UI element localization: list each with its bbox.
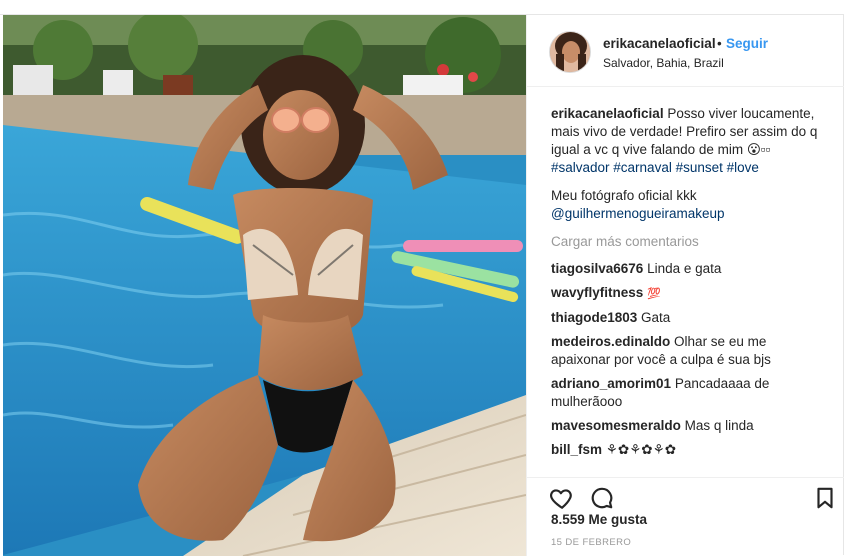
- poolside-photo: [3, 15, 526, 556]
- comment-item: bill_fsm ⚘✿⚘✿⚘✿: [551, 441, 821, 459]
- header-username[interactable]: erikacanelaoficial: [603, 36, 716, 51]
- comment-username[interactable]: bill_fsm: [551, 442, 602, 457]
- comment-username[interactable]: mavesomesmeraldo: [551, 418, 681, 433]
- header-separator: •: [717, 36, 722, 51]
- caption-second: Meu fotógrafo oficial kkk @guilhermenogu…: [551, 187, 821, 223]
- avatar[interactable]: [549, 31, 591, 73]
- post-photo[interactable]: [3, 15, 526, 556]
- avatar-image: [550, 32, 590, 72]
- post-date[interactable]: 15 DE FEBRERO: [551, 537, 631, 548]
- likes-count[interactable]: 8.559 Me gusta: [551, 512, 647, 527]
- caption: erikacanelaoficial Posso viver loucament…: [551, 105, 821, 177]
- load-more-comments[interactable]: Cargar más comentarios: [551, 233, 821, 251]
- caption-hashtags[interactable]: #salvador #carnaval #sunset #love: [551, 160, 759, 175]
- comment-text: Gata: [641, 310, 671, 325]
- comment-username[interactable]: tiagosilva6676: [551, 261, 643, 276]
- comment-item: tiagosilva6676 Linda e gata: [551, 260, 821, 278]
- location-link[interactable]: Salvador, Bahia, Brazil: [603, 56, 724, 70]
- follow-button[interactable]: Seguir: [726, 36, 768, 51]
- comment-username[interactable]: wavyflyfitness: [551, 285, 643, 300]
- caption-mention[interactable]: @guilhermenogueiramakeup: [551, 206, 725, 221]
- action-bar: [527, 477, 844, 510]
- comment-icon[interactable]: [589, 485, 615, 511]
- caption-line2: Meu fotógrafo oficial kkk: [551, 188, 697, 203]
- instagram-post: erikacanelaoficial • Seguir Salvador, Ba…: [0, 14, 844, 556]
- comment-text: Mas q linda: [684, 418, 754, 433]
- comment-username[interactable]: thiagode1803: [551, 310, 637, 325]
- comments-list: erikacanelaoficial Posso viver loucament…: [551, 105, 821, 465]
- comment-username[interactable]: medeiros.edinaldo: [551, 334, 670, 349]
- comment-item: adriano_amorim01 Pancadaaaa de mulherãoo…: [551, 375, 821, 411]
- heart-icon[interactable]: [549, 485, 575, 511]
- comment-text: ⚘✿⚘✿⚘✿: [605, 442, 677, 457]
- comment-item: wavyflyfitness 💯: [551, 284, 821, 303]
- post-header: erikacanelaoficial • Seguir Salvador, Ba…: [527, 15, 844, 87]
- comment-text: 💯: [647, 288, 662, 300]
- comment-text: Linda e gata: [647, 261, 722, 276]
- comment-username[interactable]: adriano_amorim01: [551, 376, 671, 391]
- caption-username[interactable]: erikacanelaoficial: [551, 106, 664, 121]
- post-side-panel: erikacanelaoficial • Seguir Salvador, Ba…: [526, 15, 844, 556]
- comment-item: mavesomesmeraldo Mas q linda: [551, 417, 821, 435]
- comment-item: medeiros.edinaldo Olhar se eu me apaixon…: [551, 333, 821, 369]
- comment-item: thiagode1803 Gata: [551, 309, 821, 327]
- bookmark-icon[interactable]: [812, 485, 838, 511]
